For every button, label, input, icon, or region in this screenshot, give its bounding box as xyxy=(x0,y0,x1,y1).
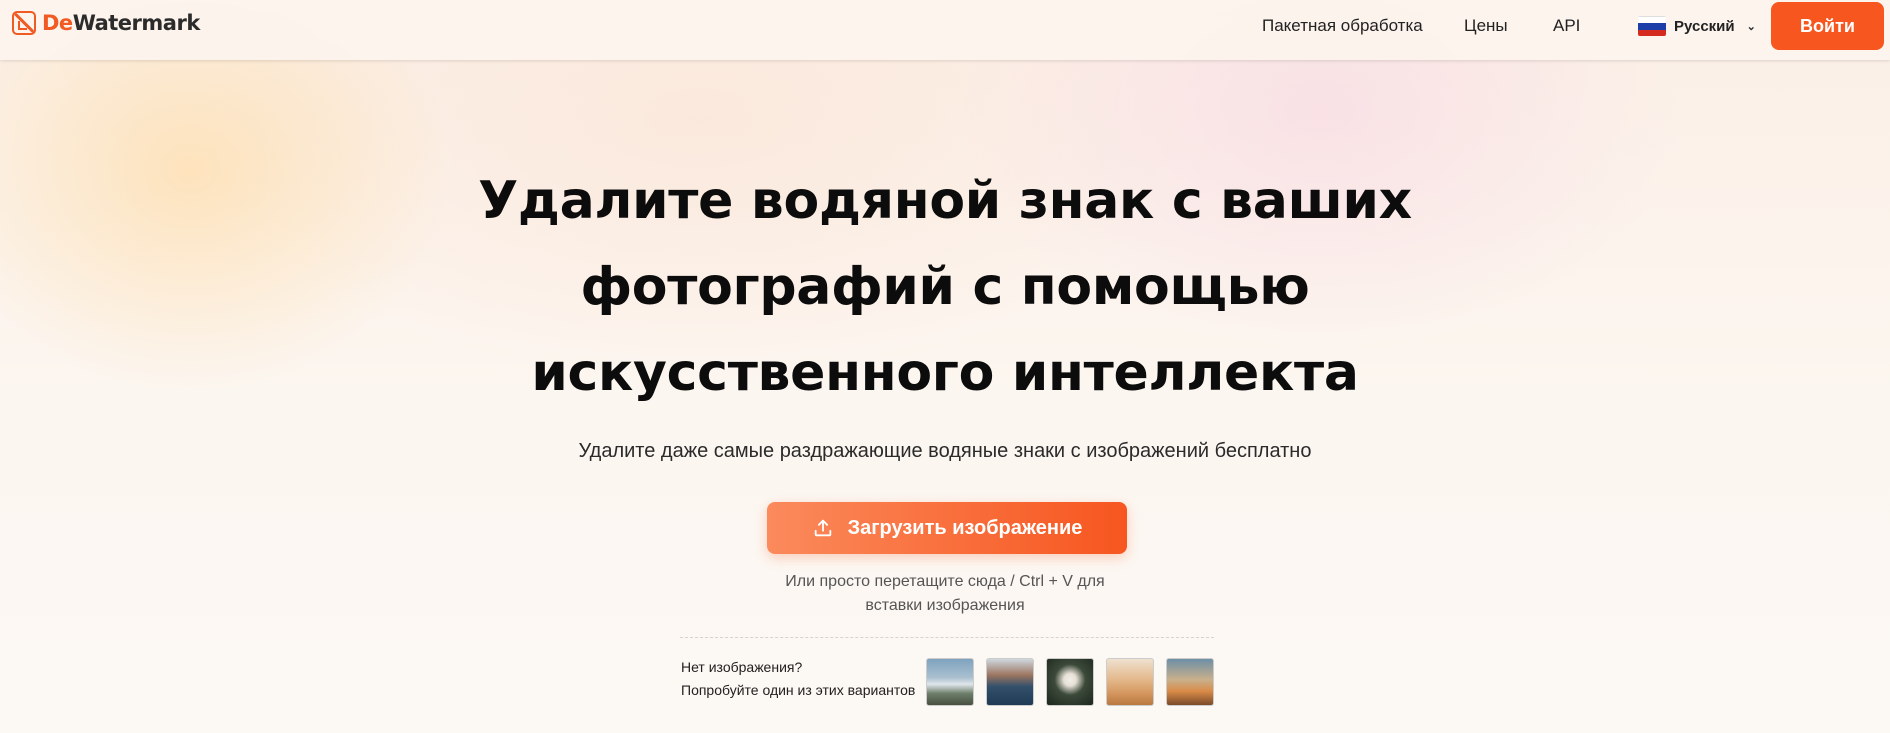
upload-image-button[interactable]: Загрузить изображение xyxy=(767,502,1127,554)
hero-subtitle: Удалите даже самые раздражающие водяные … xyxy=(578,440,1312,462)
brand-prefix: De xyxy=(42,11,73,35)
sample-thumbnails xyxy=(926,658,1214,706)
brand-logo[interactable]: DeWatermark xyxy=(12,11,200,35)
login-button[interactable]: Войти xyxy=(1771,2,1884,50)
sample-thumbnail-coast[interactable] xyxy=(986,658,1034,706)
sample-prompt-line1: Нет изображения? xyxy=(681,659,803,675)
sample-prompt-line2: Попробуйте один из этих вариантов xyxy=(681,682,916,698)
nav-api[interactable]: API xyxy=(1553,0,1580,52)
drop-hint-line1: Или просто перетащите сюда / Ctrl + V дл… xyxy=(785,573,1105,590)
sample-thumbnail-desert[interactable] xyxy=(1106,658,1154,706)
russia-flag-icon xyxy=(1638,16,1666,36)
hero-headline: Удалите водяной знак с ваших фотографий … xyxy=(478,171,1412,403)
drop-hint-line2: вставки изображения xyxy=(865,597,1025,614)
brand-name: DeWatermark xyxy=(42,11,200,35)
upload-icon xyxy=(814,519,831,537)
nav-prices[interactable]: Цены xyxy=(1464,0,1508,52)
language-selector[interactable]: Русский ⌄ xyxy=(1638,14,1756,38)
drop-hint: Или просто перетащите сюда / Ctrl + V дл… xyxy=(760,570,1130,618)
nav-batch-processing[interactable]: Пакетная обработка xyxy=(1262,0,1423,52)
sample-prompt: Нет изображения? Попробуйте один из этих… xyxy=(681,656,915,702)
chevron-down-icon: ⌄ xyxy=(1746,20,1756,33)
logo-icon xyxy=(12,11,36,35)
upload-button-label: Загрузить изображение xyxy=(847,516,1083,539)
sample-thumbnail-sunset[interactable] xyxy=(1166,658,1214,706)
top-navbar: DeWatermark Пакетная обработка Цены API … xyxy=(0,0,1890,60)
divider xyxy=(680,637,1214,638)
language-label: Русский xyxy=(1674,17,1735,35)
sample-thumbnail-house[interactable] xyxy=(926,658,974,706)
brand-suffix: Watermark xyxy=(72,11,201,35)
sample-thumbnail-bride[interactable] xyxy=(1046,658,1094,706)
